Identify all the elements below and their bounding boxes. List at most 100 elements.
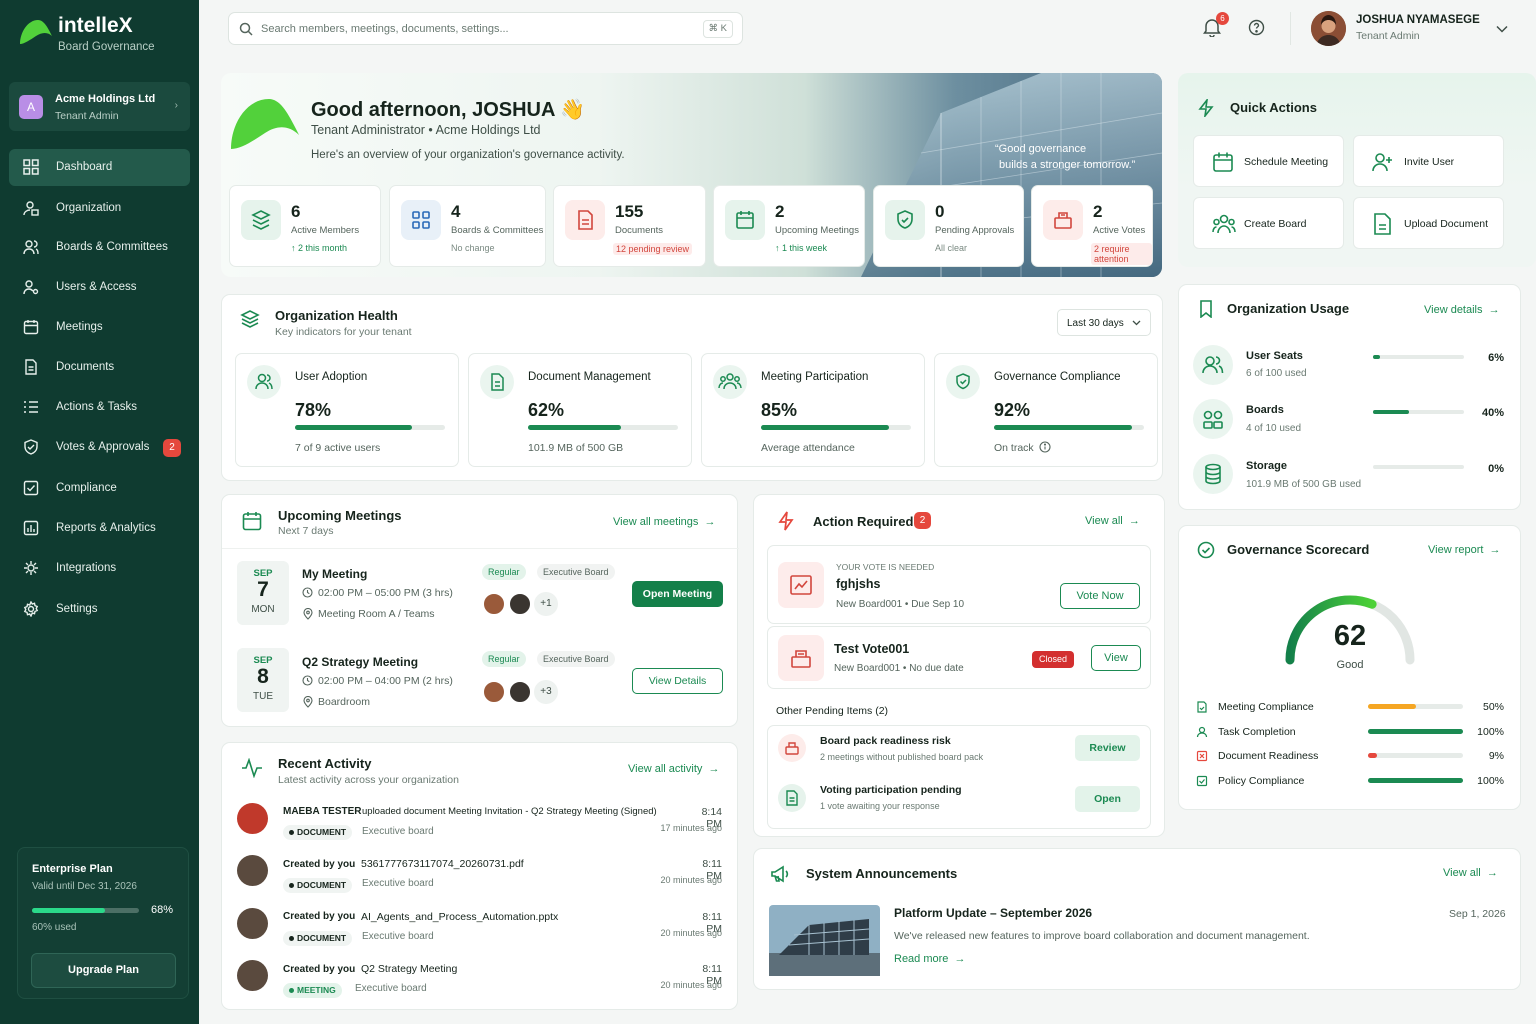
- view-report-link[interactable]: View report →: [1428, 544, 1501, 556]
- open-meeting-button[interactable]: Open Meeting: [632, 581, 723, 607]
- announcements-title: System Announcements: [806, 866, 958, 881]
- view-all-actions-link[interactable]: View all →: [1085, 515, 1140, 527]
- stat-value: 155: [615, 202, 644, 221]
- arrow-right-icon: →: [702, 763, 720, 775]
- usage-item-progress-fill: [1373, 355, 1381, 359]
- sidebar-item-votes[interactable]: Votes & Approvals 2: [9, 429, 190, 466]
- pending-item-sub: 1 vote awaiting your response: [820, 801, 940, 811]
- review-button[interactable]: Review: [1075, 735, 1140, 761]
- stat-boards[interactable]: 4 Boards & Committees No change: [389, 185, 546, 267]
- sidebar-item-organization[interactable]: Organization: [9, 190, 190, 227]
- vote-now-button[interactable]: Vote Now: [1060, 583, 1140, 609]
- attendee-avatar: [508, 592, 532, 616]
- view-all-meetings-link[interactable]: View all meetings →: [613, 516, 716, 528]
- scorecard-item-percent: 100%: [1477, 775, 1504, 787]
- sidebar-item-meetings[interactable]: Meetings: [9, 309, 190, 346]
- open-button[interactable]: Open: [1075, 786, 1140, 812]
- scorecard-item-progress: [1368, 753, 1463, 758]
- score-value: 62: [1333, 620, 1367, 652]
- boards-icon: [401, 200, 441, 240]
- stat-active-votes[interactable]: 2 Active Votes 2 require attention: [1031, 185, 1153, 267]
- view-details-link[interactable]: View details →: [1424, 304, 1500, 316]
- health-meeting-participation[interactable]: Meeting Participation 85% Average attend…: [701, 353, 925, 467]
- sidebar-item-users[interactable]: Users & Access: [9, 269, 190, 306]
- stat-sub: 12 pending review: [613, 243, 693, 255]
- global-search[interactable]: ⌘ K: [228, 12, 743, 45]
- health-user-adoption[interactable]: User Adoption 78% 7 of 9 active users: [235, 353, 459, 467]
- info-icon[interactable]: [1039, 441, 1051, 453]
- activity-subtitle: Latest activity across your organization: [278, 774, 459, 786]
- announcement-date: Sep 1, 2026: [1449, 908, 1506, 920]
- calendar-icon: [23, 319, 39, 335]
- view-all-activity-label: View all activity: [628, 763, 703, 775]
- stat-pending-approvals[interactable]: 0 Pending Approvals All clear: [873, 185, 1024, 267]
- announcement-title[interactable]: Platform Update – September 2026: [894, 906, 1092, 920]
- sidebar-item-boards[interactable]: Boards & Committees: [9, 229, 190, 266]
- integrations-icon: [23, 560, 39, 576]
- welcome-hero: Good afternoon, JOSHUA 👋 Tenant Administ…: [221, 73, 1162, 277]
- hero-quote-line2: builds a stronger tomorrow.”: [999, 159, 1136, 171]
- period-select[interactable]: Last 30 days: [1057, 309, 1151, 336]
- document-icon: [1372, 213, 1392, 235]
- users-group-icon: [23, 239, 39, 255]
- health-governance-compliance[interactable]: Governance Compliance 92% On track: [934, 353, 1158, 467]
- activity-actor: Created by you: [283, 964, 356, 975]
- usage-item-title: User Seats: [1246, 350, 1303, 362]
- meeting-weekday: MON: [251, 604, 275, 615]
- activity-description[interactable]: AI_Agents_and_Process_Automation.pptx: [361, 911, 558, 923]
- meeting-title[interactable]: Q2 Strategy Meeting: [302, 655, 418, 669]
- pending-item-title: Voting participation pending: [820, 784, 962, 796]
- sidebar-item-actions[interactable]: Actions & Tasks: [9, 389, 190, 426]
- sidebar-item-settings[interactable]: Settings: [9, 591, 190, 628]
- upload-document-button[interactable]: Upload Document: [1353, 197, 1504, 249]
- organization-icon: [23, 200, 39, 216]
- pending-item-sub: 2 meetings without published board pack: [820, 752, 984, 762]
- user-avatar[interactable]: [1311, 11, 1346, 46]
- meeting-type-badge: Regular: [482, 651, 526, 667]
- sidebar-item-label: Users & Access: [56, 281, 137, 293]
- view-all-meetings-label: View all meetings: [613, 516, 699, 528]
- help-icon[interactable]: [1248, 19, 1265, 36]
- health-item-progress-fill: [295, 425, 412, 430]
- sidebar-item-dashboard[interactable]: Dashboard: [9, 149, 190, 186]
- read-more-link[interactable]: Read more →: [894, 953, 966, 965]
- view-all-announcements-link[interactable]: View all →: [1443, 867, 1498, 879]
- sidebar-item-integrations[interactable]: Integrations: [9, 550, 190, 587]
- health-document-management[interactable]: Document Management 62% 101.9 MB of 500 …: [468, 353, 692, 467]
- attendees-more[interactable]: +1: [534, 592, 558, 616]
- activity-description[interactable]: 5361777673117074_20260731.pdf: [361, 858, 524, 870]
- vote-title: fghjshs: [836, 577, 881, 591]
- attendees-more[interactable]: +3: [534, 680, 558, 704]
- sidebar-item-compliance[interactable]: Compliance: [9, 470, 190, 507]
- shield-check-icon: [946, 365, 980, 399]
- stat-label: Upcoming Meetings: [775, 225, 859, 236]
- create-board-button[interactable]: Create Board: [1193, 197, 1344, 249]
- upgrade-plan-button[interactable]: Upgrade Plan: [31, 953, 176, 988]
- schedule-meeting-button[interactable]: Schedule Meeting: [1193, 135, 1344, 187]
- chevron-down-icon: [1132, 320, 1141, 326]
- scorecard-item-progress-fill: [1368, 704, 1416, 709]
- stat-active-members[interactable]: 6 Active Members ↑ 2 this month: [229, 185, 381, 267]
- view-all-activity-link[interactable]: View all activity →: [628, 763, 720, 775]
- stat-label: Documents: [615, 225, 664, 236]
- stat-documents[interactable]: 155 Documents 12 pending review: [553, 185, 706, 267]
- search-input[interactable]: [261, 19, 681, 39]
- shield-check-icon: [885, 200, 925, 240]
- closed-status-badge: Closed: [1032, 651, 1075, 668]
- user-name: JOSHUA NYAMASEGE: [1356, 14, 1480, 26]
- invite-user-button[interactable]: Invite User: [1353, 135, 1504, 187]
- view-details-button[interactable]: View Details: [632, 668, 723, 694]
- meeting-title[interactable]: My Meeting: [302, 567, 367, 581]
- scorecard-item-percent: 100%: [1477, 726, 1504, 738]
- sidebar-item-documents[interactable]: Documents: [9, 349, 190, 386]
- chevron-down-icon[interactable]: [1496, 25, 1508, 33]
- sidebar-item-reports[interactable]: Reports & Analytics: [9, 510, 190, 547]
- stat-upcoming-meetings[interactable]: 2 Upcoming Meetings ↑ 1 this week: [713, 185, 865, 267]
- stat-value: 2: [775, 202, 785, 221]
- view-vote-button[interactable]: View: [1091, 645, 1141, 671]
- org-switcher[interactable]: A Acme Holdings Ltd Tenant Admin ›: [9, 82, 190, 131]
- view-report-label: View report: [1428, 544, 1484, 556]
- activity-description[interactable]: Q2 Strategy Meeting: [361, 963, 457, 975]
- ballot-icon: [1043, 200, 1083, 240]
- chevron-right-icon: ›: [174, 100, 178, 111]
